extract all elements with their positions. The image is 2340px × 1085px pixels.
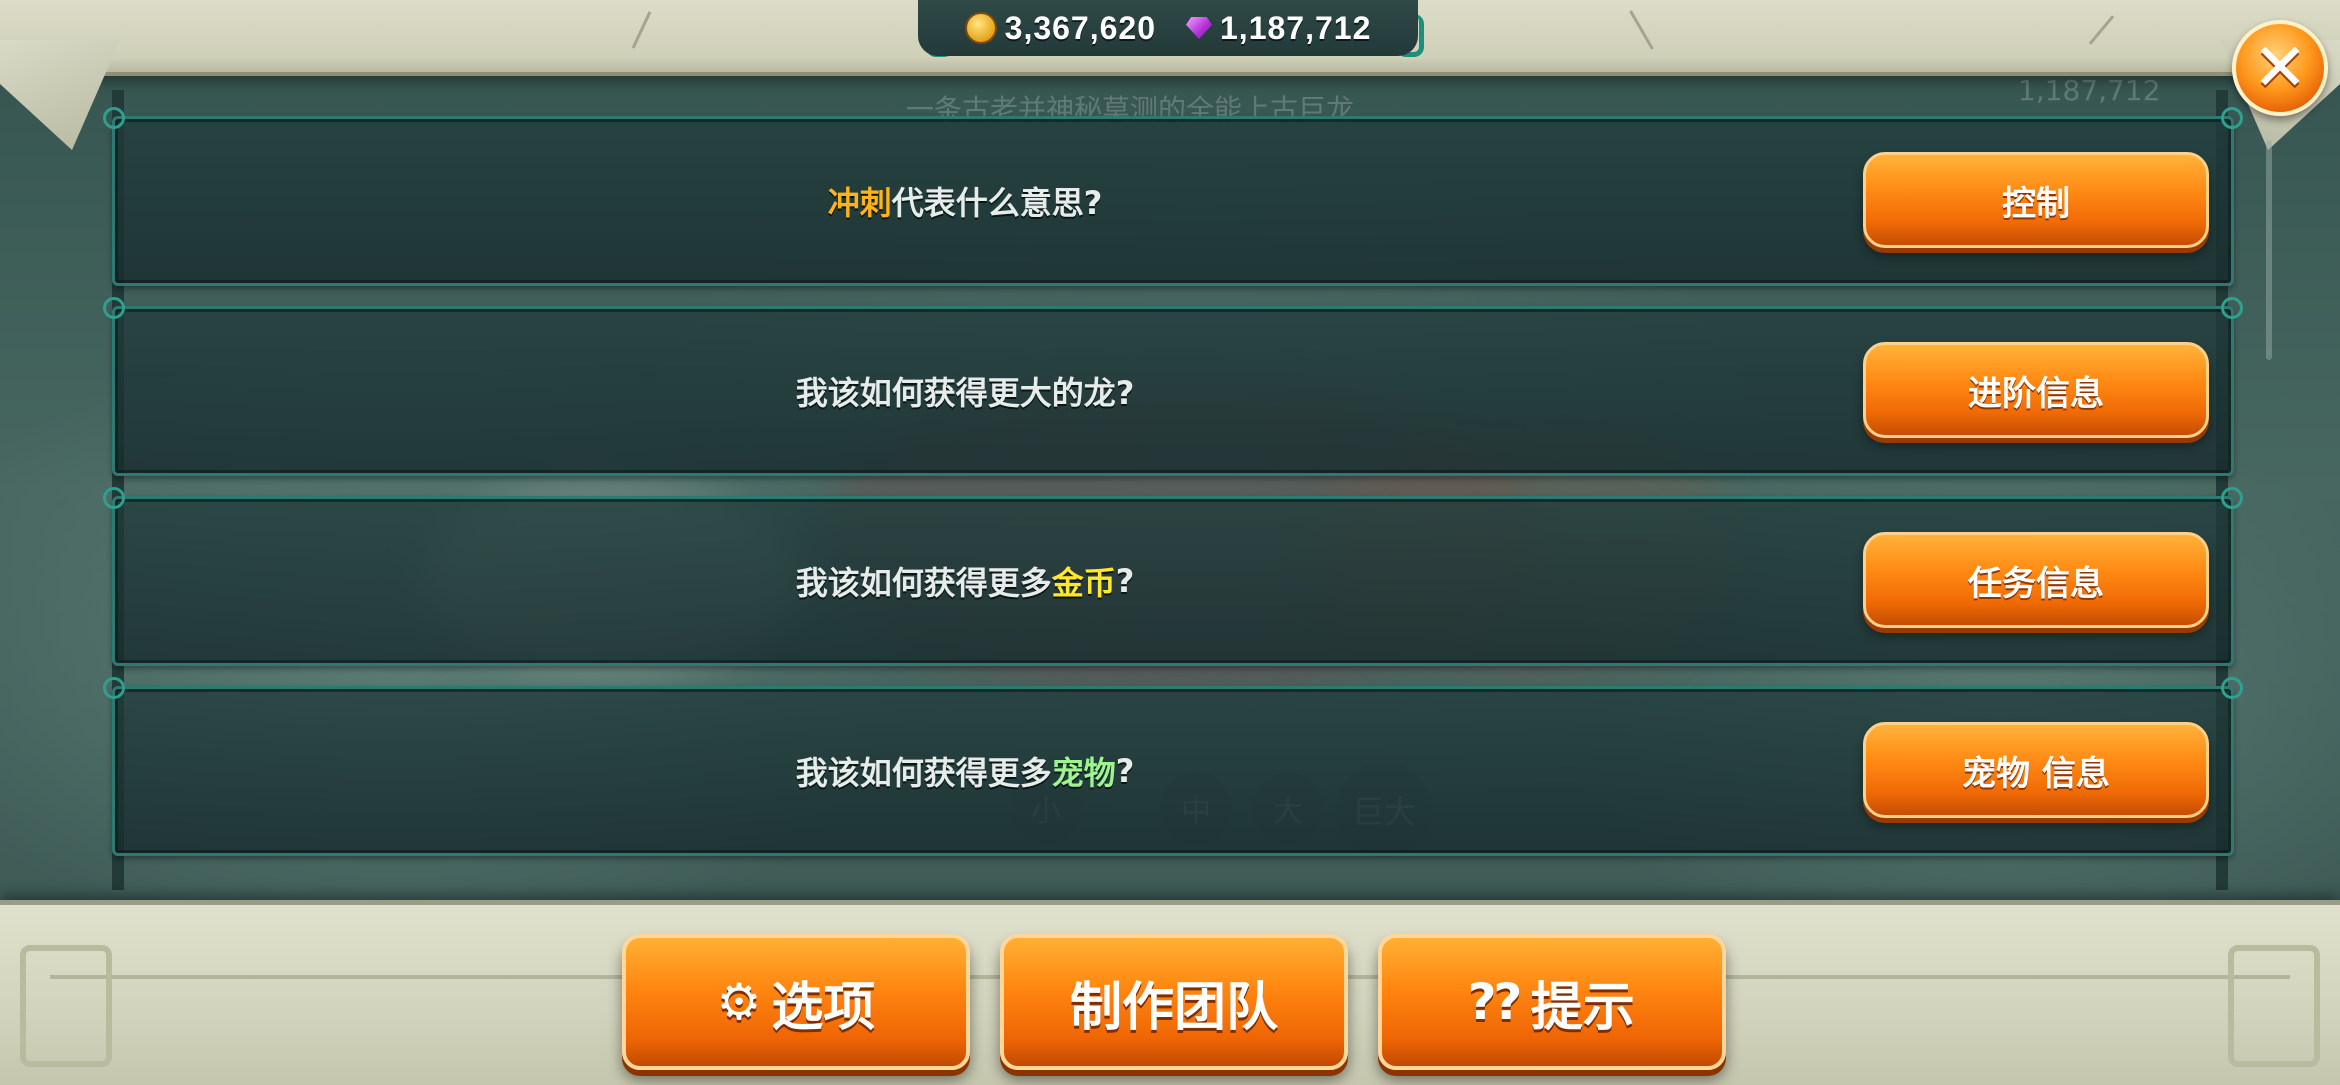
close-button[interactable]: ✕ bbox=[2232, 20, 2328, 116]
pet-info-button[interactable]: 宠物 信息 bbox=[1863, 722, 2209, 818]
progression-info-button[interactable]: 进阶信息 bbox=[1863, 342, 2209, 438]
scrollbar[interactable] bbox=[2266, 140, 2272, 360]
background-gem-count: 1,187,712 bbox=[2018, 74, 2161, 107]
faq-row-pets: 我该如何获得更多 宠物? 宠物 信息 bbox=[103, 677, 2243, 856]
faq-question: 我该如何获得更多 宠物? bbox=[115, 689, 1815, 853]
close-icon: ✕ bbox=[2252, 29, 2308, 106]
frame-swirl-icon bbox=[2228, 945, 2320, 1067]
currency-bar: 3,367,620 1,187,712 bbox=[918, 0, 1418, 56]
gold-amount: 3,367,620 bbox=[1004, 9, 1156, 46]
gear-icon: ⚙ bbox=[716, 973, 762, 1031]
credits-button[interactable]: 制作团队 bbox=[1000, 934, 1348, 1070]
gem-amount: 1,187,712 bbox=[1220, 9, 1372, 46]
faq-highlight: 冲刺 bbox=[827, 184, 892, 222]
faq-question: 冲刺 代表什么意思? bbox=[115, 119, 1815, 283]
faq-question-suffix: ? bbox=[1115, 752, 1135, 790]
row-ornament-icon bbox=[2221, 677, 2243, 699]
hint-icon: ⁇ bbox=[1469, 973, 1521, 1031]
row-ornament-icon bbox=[2221, 107, 2243, 129]
options-label: 选项 bbox=[771, 977, 876, 1038]
row-ornament-icon bbox=[2221, 297, 2243, 319]
faq-row-dash: 冲刺 代表什么意思? 控制 bbox=[103, 107, 2243, 286]
faq-row-gold: 我该如何获得更多 金币? 任务信息 bbox=[103, 487, 2243, 666]
frame-swirl-icon bbox=[20, 945, 112, 1067]
faq-question: 我该如何获得更多 金币? bbox=[115, 499, 1815, 663]
quest-info-button[interactable]: 任务信息 bbox=[1863, 532, 2209, 628]
faq-question-text: 我该如何获得更大的龙? bbox=[795, 374, 1135, 412]
controls-button[interactable]: 控制 bbox=[1863, 152, 2209, 248]
gem-icon bbox=[1186, 17, 1212, 39]
options-button[interactable]: ⚙ 选项 bbox=[622, 934, 970, 1070]
gold-display: 3,367,620 bbox=[964, 9, 1156, 47]
row-ornament-icon bbox=[2221, 487, 2243, 509]
tips-button[interactable]: ⁇ 提示 bbox=[1378, 934, 1726, 1070]
faq-question-text: 我该如何获得更多 bbox=[795, 564, 1052, 602]
gem-display: 1,187,712 bbox=[1186, 10, 1371, 47]
credits-label: 制作团队 bbox=[1069, 977, 1278, 1038]
faq-highlight: 宠物 bbox=[1051, 754, 1116, 792]
faq-highlight: 金币 bbox=[1051, 564, 1116, 602]
faq-question-text: 我该如何获得更多 bbox=[795, 754, 1052, 792]
gold-coin-icon bbox=[964, 12, 997, 44]
tips-label: 提示 bbox=[1530, 977, 1635, 1038]
faq-question-suffix: ? bbox=[1115, 562, 1135, 600]
faq-row-bigger-dragon: 我该如何获得更大的龙? 进阶信息 bbox=[103, 297, 2243, 476]
faq-question-text: 代表什么意思? bbox=[891, 184, 1103, 222]
faq-question: 我该如何获得更大的龙? bbox=[115, 309, 1815, 473]
